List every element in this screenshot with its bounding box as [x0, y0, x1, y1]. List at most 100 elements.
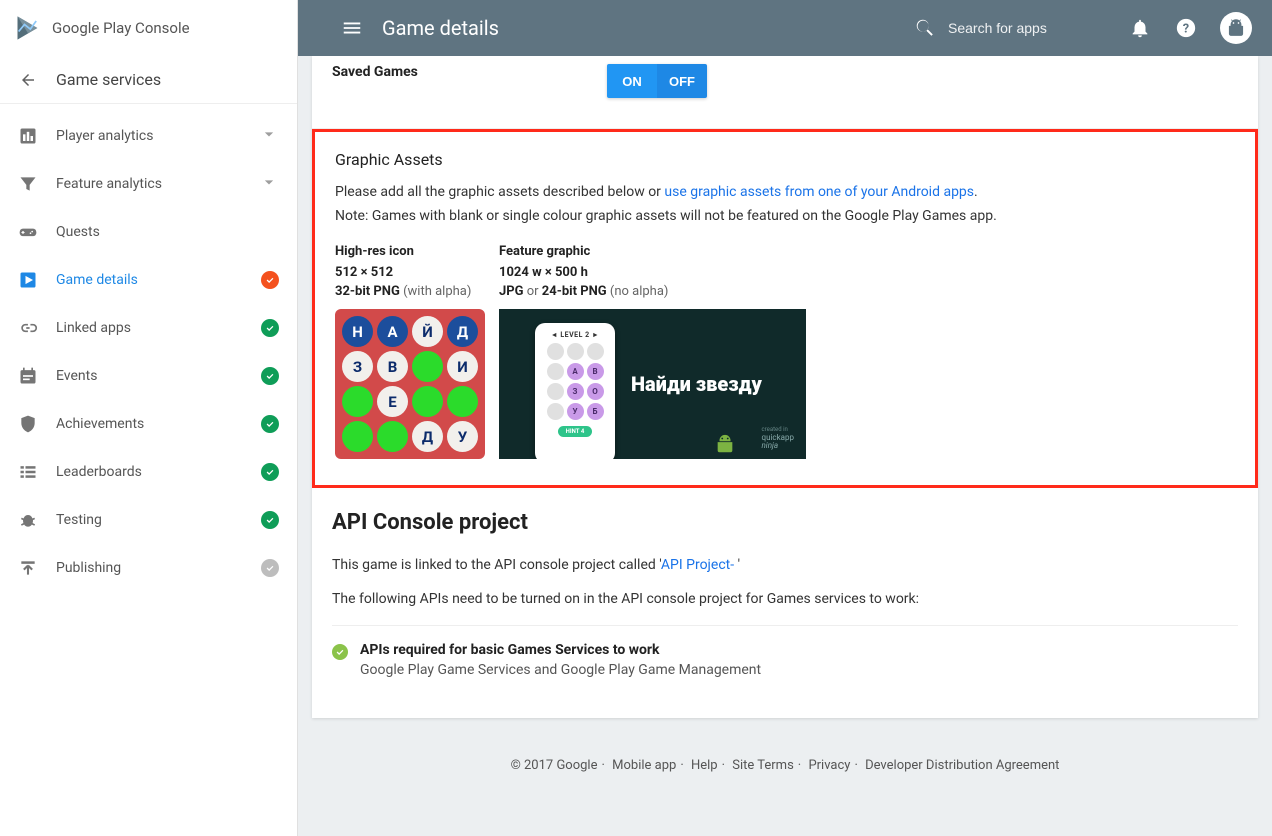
bar-chart-icon: [18, 126, 40, 146]
nav-achievements[interactable]: Achievements: [0, 400, 297, 448]
toggle-on-button[interactable]: ON: [607, 64, 657, 98]
api-req-title: APIs required for basic Games Services t…: [360, 642, 761, 658]
section-heading: API Console project: [332, 510, 1238, 535]
nav-feature-analytics[interactable]: Feature analytics: [0, 160, 297, 208]
gamepad-icon: [18, 222, 40, 242]
account-avatar[interactable]: [1220, 12, 1252, 44]
phone-grid-cell: А: [567, 363, 584, 380]
nav-leaderboards[interactable]: Leaderboards: [0, 448, 297, 496]
bug-icon: [18, 510, 40, 530]
icon-grid-cell: [412, 351, 443, 382]
status-pending-icon: [261, 559, 279, 577]
high-res-icon-column: High-res icon 512 × 512 32-bit PNG (with…: [335, 244, 485, 459]
saved-games-label: Saved Games: [332, 64, 607, 80]
high-res-icon-thumb[interactable]: НАЙДЗВИЕДУ: [335, 309, 485, 459]
check-ok-icon: [332, 644, 348, 660]
svg-text:?: ?: [1183, 22, 1189, 37]
divider: [332, 625, 1238, 626]
asset-format: 32-bit PNG (with alpha): [335, 284, 485, 299]
android-icon: [1226, 18, 1246, 38]
nav-player-analytics[interactable]: Player analytics: [0, 112, 297, 160]
icon-grid-cell: В: [377, 351, 408, 382]
phone-grid-cell: [547, 343, 564, 360]
icon-grid-cell: А: [377, 316, 408, 347]
brand[interactable]: Google Play Console: [0, 0, 297, 56]
status-ok-icon: [261, 319, 279, 337]
funnel-icon: [18, 174, 40, 194]
android-icon: [714, 433, 736, 455]
credit-text: created in quickapp ninja: [762, 427, 794, 451]
nav-label: Game details: [56, 272, 261, 288]
icon-grid-cell: З: [342, 351, 373, 382]
api-requirement-row: APIs required for basic Games Services t…: [332, 642, 1238, 678]
saved-games-row: Saved Games ON OFF: [312, 56, 1258, 129]
asset-format: JPG or 24-bit PNG (no alpha): [499, 284, 806, 299]
nav-label: Feature analytics: [56, 176, 259, 192]
graphic-assets-section: Graphic Assets Please add all the graphi…: [315, 132, 1255, 485]
phone-grid-cell: [547, 383, 564, 400]
page-title: Game details: [382, 16, 499, 40]
section-heading: Graphic Assets: [335, 150, 1235, 169]
phone-grid-cell: Б: [587, 403, 604, 420]
asset-title: Feature graphic: [499, 244, 806, 259]
footer-help-link[interactable]: Help: [691, 758, 718, 773]
phone-grid-cell: [547, 363, 564, 380]
main: Saved Games ON OFF Graphic Assets Please…: [298, 56, 1272, 836]
icon-grid-cell: Д: [412, 421, 443, 452]
icon-grid-cell: [377, 421, 408, 452]
use-existing-assets-link[interactable]: use graphic assets from one of your Andr…: [664, 184, 974, 200]
asset-dims: 512 × 512: [335, 265, 485, 280]
nav-label: Leaderboards: [56, 464, 261, 480]
icon-grid-cell: Е: [377, 386, 408, 417]
feature-graphic-column: Feature graphic 1024 w × 500 h JPG or 24…: [499, 244, 806, 459]
list-icon: [18, 462, 40, 482]
back-to-game-services[interactable]: Game services: [0, 56, 297, 104]
nav-label: Publishing: [56, 560, 261, 576]
back-label: Game services: [56, 70, 161, 89]
phone-mock: ◄ LEVEL 2 ► АВЗОУБ HINT 4: [535, 323, 615, 459]
play-icon: [18, 270, 40, 290]
icon-grid-cell: И: [447, 351, 478, 382]
phone-grid-cell: В: [587, 363, 604, 380]
phone-grid-cell: З: [567, 383, 584, 400]
footer-dda-link[interactable]: Developer Distribution Agreement: [865, 758, 1059, 773]
menu-button[interactable]: [340, 16, 364, 40]
nav-label: Linked apps: [56, 320, 261, 336]
chevron-down-icon: [259, 124, 279, 148]
nav-events[interactable]: Events: [0, 352, 297, 400]
search[interactable]: [914, 17, 1106, 39]
level-label: ◄ LEVEL 2 ►: [551, 331, 600, 339]
nav-game-details[interactable]: Game details: [0, 256, 297, 304]
icon-grid-cell: Н: [342, 316, 373, 347]
back-arrow-icon: [18, 71, 38, 89]
feature-graphic-thumb[interactable]: ◄ LEVEL 2 ► АВЗОУБ HINT 4 Найди звезду c…: [499, 309, 806, 459]
nav: Player analytics Feature analytics Quest…: [0, 104, 297, 592]
graphic-desc: Please add all the graphic assets descri…: [335, 183, 1235, 203]
nav-quests[interactable]: Quests: [0, 208, 297, 256]
toggle-off-button[interactable]: OFF: [657, 64, 707, 98]
notifications-button[interactable]: [1128, 16, 1152, 40]
icon-grid-cell: Д: [447, 316, 478, 347]
footer-mobile-link[interactable]: Mobile app: [612, 758, 676, 773]
phone-grid-cell: [567, 343, 584, 360]
footer-privacy-link[interactable]: Privacy: [808, 758, 850, 773]
nav-linked-apps[interactable]: Linked apps: [0, 304, 297, 352]
search-input[interactable]: [946, 19, 1106, 37]
nav-testing[interactable]: Testing: [0, 496, 297, 544]
status-warning-icon: [261, 271, 279, 289]
help-button[interactable]: ?: [1174, 16, 1198, 40]
footer: © 2017 Google· Mobile app· Help· Site Te…: [312, 718, 1258, 793]
footer-terms-link[interactable]: Site Terms: [732, 758, 794, 773]
nav-label: Testing: [56, 512, 261, 528]
status-ok-icon: [261, 511, 279, 529]
phone-grid-cell: О: [587, 383, 604, 400]
icon-grid-cell: [412, 386, 443, 417]
status-ok-icon: [261, 463, 279, 481]
phone-grid: АВЗОУБ: [547, 343, 604, 420]
api-project-link[interactable]: API Project-: [661, 557, 738, 573]
assets-row: High-res icon 512 × 512 32-bit PNG (with…: [335, 244, 1235, 459]
nav-publishing[interactable]: Publishing: [0, 544, 297, 592]
api-linked-text: This game is linked to the API console p…: [332, 557, 1238, 573]
api-console-section: API Console project This game is linked …: [312, 488, 1258, 718]
nav-label: Quests: [56, 224, 279, 240]
